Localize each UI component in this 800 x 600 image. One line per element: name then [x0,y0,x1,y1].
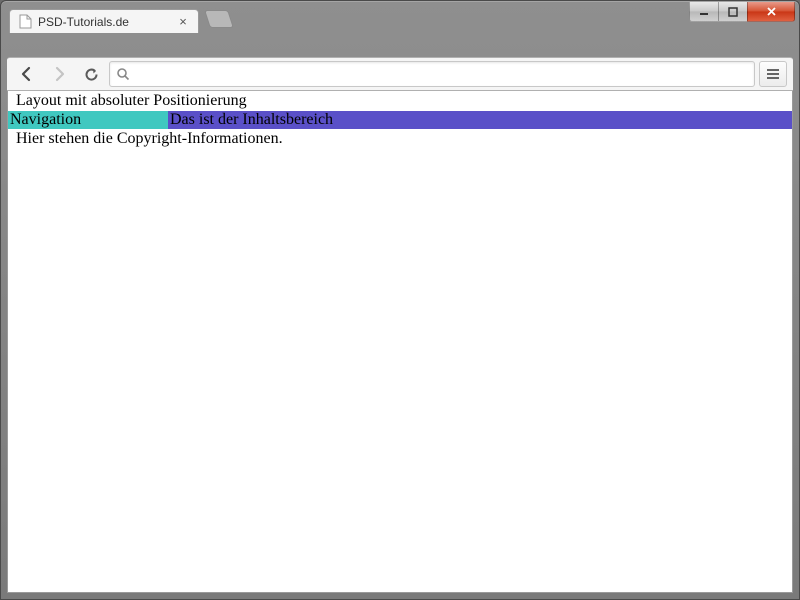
hamburger-icon [766,68,780,80]
window-title-bar: PSD-Tutorials.de × [1,1,799,29]
address-bar[interactable] [109,61,755,87]
page-content-area: Das ist der Inhaltsbereich [168,111,792,129]
page-viewport: Layout mit absoluter Positionierung Navi… [7,91,793,593]
tab-title: PSD-Tutorials.de [38,15,170,29]
tab-close-icon[interactable]: × [176,15,190,29]
page-body: Layout mit absoluter Positionierung Navi… [8,91,792,149]
page-favicon-icon [18,15,32,29]
window-controls [690,2,795,22]
close-button[interactable] [747,2,795,22]
address-input[interactable] [136,62,748,86]
new-tab-button[interactable] [204,10,234,28]
reload-button[interactable] [77,60,105,88]
browser-tab[interactable]: PSD-Tutorials.de × [9,9,199,33]
menu-button[interactable] [759,61,787,87]
page-footer: Hier stehen die Copyright-Informationen. [8,129,792,149]
maximize-button[interactable] [718,2,748,22]
browser-window: PSD-Tutorials.de × [0,0,800,600]
browser-toolbar [7,57,793,91]
tab-strip: PSD-Tutorials.de × [1,7,231,33]
page-main-row: Navigation Das ist der Inhaltsbereich [8,111,792,129]
minimize-button[interactable] [689,2,719,22]
page-header: Layout mit absoluter Positionierung [8,91,792,111]
page-navigation: Navigation [8,111,168,129]
search-icon [116,67,130,81]
forward-button[interactable] [45,60,73,88]
back-button[interactable] [13,60,41,88]
